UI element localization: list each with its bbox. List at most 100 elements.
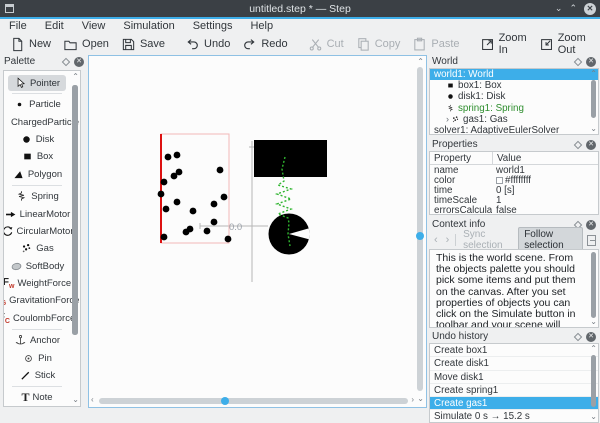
scroll-down-icon[interactable]: ⌄ bbox=[72, 396, 79, 404]
canvas-vscrollbar[interactable] bbox=[417, 67, 423, 391]
menu-view[interactable]: View bbox=[73, 20, 115, 32]
gas-particle[interactable] bbox=[217, 167, 224, 174]
palette-item-disk[interactable]: Disk bbox=[4, 131, 70, 148]
palette-item-circularmotor[interactable]: CircularMotor bbox=[4, 223, 70, 240]
scroll-down-icon[interactable]: ⌄ bbox=[590, 318, 597, 326]
palette-item-softbody[interactable]: SoftBody bbox=[4, 258, 70, 275]
scroll-left-icon[interactable]: ‹ bbox=[91, 396, 94, 404]
detach-icon[interactable] bbox=[587, 235, 596, 246]
palette-item-gravitationforce[interactable]: FGGravitationForce bbox=[4, 292, 70, 309]
gas-particle[interactable] bbox=[204, 228, 211, 235]
property-row-time[interactable]: time0 [s] bbox=[430, 185, 598, 195]
menu-edit[interactable]: Edit bbox=[36, 20, 73, 32]
nav-back-icon[interactable]: ‹ bbox=[432, 234, 440, 246]
palette-item-stick[interactable]: Stick bbox=[4, 367, 70, 384]
zoom-out-button[interactable]: Zoom Out bbox=[533, 30, 592, 58]
vscroll-position-dot[interactable] bbox=[416, 232, 424, 240]
gas1-boundary[interactable] bbox=[161, 134, 229, 243]
tree-item-disk1[interactable]: disk1: Disk bbox=[430, 91, 598, 102]
property-row-timescale[interactable]: timeScale1 bbox=[430, 196, 598, 206]
simulation-canvas[interactable]: 0.0 ⌃ ⌄ ‹ › bbox=[88, 55, 427, 408]
tree-item-spring1[interactable]: spring1: Spring bbox=[430, 103, 598, 114]
scroll-down-icon[interactable]: ⌄ bbox=[590, 413, 597, 421]
undo-scrollbar[interactable] bbox=[591, 355, 596, 407]
property-row-color[interactable]: color#ffffffff bbox=[430, 175, 598, 185]
scroll-down-icon[interactable]: ⌄ bbox=[417, 395, 424, 403]
palette-item-pin[interactable]: Pin bbox=[4, 349, 70, 366]
save-button[interactable]: Save bbox=[115, 35, 171, 54]
undo-button[interactable]: Undo bbox=[179, 35, 236, 54]
undo-item-create-disk1[interactable]: Create disk1 bbox=[430, 357, 598, 370]
scroll-up-icon[interactable]: ⌃ bbox=[72, 73, 79, 81]
menu-simulation[interactable]: Simulation bbox=[114, 20, 183, 32]
close-panel-icon[interactable]: ✕ bbox=[586, 57, 596, 67]
palette-item-gas[interactable]: Gas bbox=[4, 240, 70, 257]
palette-item-weightforce[interactable]: FwWeightForce bbox=[4, 275, 70, 292]
float-panel-icon[interactable] bbox=[62, 57, 70, 65]
titlebar[interactable]: untitled.step * — Step ⌄ ⌃ ✕ bbox=[0, 0, 600, 17]
redo-button[interactable]: Redo bbox=[236, 35, 293, 54]
gas-particle[interactable] bbox=[174, 199, 181, 206]
palette-item-coulombforce[interactable]: FCCoulombForce bbox=[4, 310, 70, 327]
undo-item-create-gas1[interactable]: Create gas1 bbox=[430, 397, 598, 410]
menu-file[interactable]: File bbox=[0, 20, 36, 32]
scroll-up-icon[interactable]: ⌃ bbox=[590, 345, 597, 353]
nav-forward-icon[interactable]: › bbox=[444, 234, 452, 246]
canvas-hscrollbar[interactable] bbox=[99, 398, 408, 404]
palette-item-linearmotor[interactable]: LinearMotor bbox=[4, 205, 70, 222]
gas-particle[interactable] bbox=[190, 208, 197, 215]
close-panel-icon[interactable]: ✕ bbox=[586, 332, 596, 342]
gas-particle[interactable] bbox=[211, 219, 218, 226]
palette-item-anchor[interactable]: Anchor bbox=[4, 332, 70, 349]
palette-item-chargedparticle[interactable]: ChargedParticle bbox=[4, 113, 70, 130]
gas-particle[interactable] bbox=[211, 201, 218, 208]
minimize-icon[interactable]: ⌄ bbox=[555, 4, 563, 13]
gas-particle[interactable] bbox=[174, 152, 181, 159]
world-scrollbar[interactable] bbox=[591, 80, 596, 118]
gas-particle[interactable] bbox=[225, 236, 232, 243]
gas-particle[interactable] bbox=[165, 154, 172, 161]
sync-selection-button[interactable]: Sync selection bbox=[460, 229, 514, 251]
close-panel-icon[interactable]: ✕ bbox=[586, 140, 596, 150]
palette-scrollbar[interactable] bbox=[72, 85, 78, 335]
close-panel-icon[interactable]: ✕ bbox=[74, 57, 84, 67]
open-button[interactable]: Open bbox=[57, 35, 115, 54]
tree-item-box1[interactable]: box1: Box bbox=[430, 80, 598, 91]
gas-particle[interactable] bbox=[221, 194, 228, 201]
gas-particle[interactable] bbox=[158, 191, 165, 198]
column-property[interactable]: Property bbox=[430, 153, 492, 164]
expander-icon[interactable]: › bbox=[446, 114, 449, 124]
palette-item-particle[interactable]: Particle bbox=[4, 96, 70, 113]
gas-particle[interactable] bbox=[161, 179, 168, 186]
tree-item-solver1[interactable]: solver1: AdaptiveEulerSolver bbox=[430, 125, 598, 135]
palette-item-note[interactable]: TNote bbox=[4, 389, 70, 406]
box1-body[interactable] bbox=[254, 140, 327, 177]
palette-item-polygon[interactable]: Polygon bbox=[4, 166, 70, 183]
tree-item-gas1[interactable]: ›gas1: Gas bbox=[430, 114, 598, 125]
palette-item-pointer[interactable]: Pointer bbox=[8, 75, 66, 91]
menu-settings[interactable]: Settings bbox=[184, 20, 242, 32]
undo-item-create-box1[interactable]: Create box1 bbox=[430, 344, 598, 357]
close-panel-icon[interactable]: ✕ bbox=[586, 220, 596, 230]
float-panel-icon[interactable] bbox=[574, 332, 582, 340]
menu-help[interactable]: Help bbox=[241, 20, 282, 32]
zoom-in-button[interactable]: Zoom In bbox=[474, 30, 533, 58]
scroll-down-icon[interactable]: ⌄ bbox=[590, 125, 597, 133]
column-value[interactable]: Value bbox=[492, 152, 598, 165]
property-row-errorscalcula-[interactable]: errorsCalcula...false bbox=[430, 206, 598, 215]
undo-item-create-spring1[interactable]: Create spring1 bbox=[430, 384, 598, 397]
palette-item-spring[interactable]: Spring bbox=[4, 188, 70, 205]
scroll-right-icon[interactable]: › bbox=[411, 396, 414, 404]
gas-particle[interactable] bbox=[183, 229, 190, 236]
scroll-up-icon[interactable]: ⌃ bbox=[590, 70, 597, 78]
gas-particle[interactable] bbox=[163, 206, 170, 213]
property-row-name[interactable]: nameworld1 bbox=[430, 165, 598, 175]
tree-item-world1[interactable]: world1: World bbox=[430, 69, 598, 80]
undo-item-simulate-0-s-15-2-s[interactable]: Simulate 0 s → 15.2 s bbox=[430, 410, 598, 423]
maximize-icon[interactable]: ⌃ bbox=[569, 4, 577, 13]
context-scrollbar[interactable] bbox=[591, 252, 596, 318]
new-button[interactable]: New bbox=[4, 35, 57, 54]
float-panel-icon[interactable] bbox=[574, 140, 582, 148]
scroll-up-icon[interactable]: ⌃ bbox=[417, 58, 424, 66]
float-panel-icon[interactable] bbox=[574, 57, 582, 65]
